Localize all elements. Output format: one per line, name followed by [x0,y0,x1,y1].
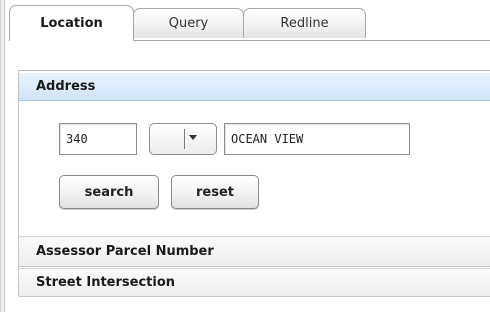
location-panel: Address 340 OCEAN VIEW search reset Asse… [18,70,490,297]
tab-location[interactable]: Location [9,5,134,41]
reset-button[interactable]: reset [171,175,259,209]
chevron-down-icon [189,135,197,140]
house-number-value: 340 [66,132,88,146]
address-header-label: Address [36,79,96,94]
street-name-value: OCEAN VIEW [231,132,304,146]
search-button-label: search [84,184,134,200]
left-frame-border [0,0,5,312]
tab-redline-label: Redline [280,16,329,31]
tab-query[interactable]: Query [133,8,244,38]
tab-location-label: Location [40,16,103,31]
search-button[interactable]: search [59,175,159,209]
intersection-header-label: Street Intersection [36,275,176,290]
apn-header-label: Assessor Parcel Number [36,244,214,259]
tab-redline[interactable]: Redline [243,8,366,38]
tab-bar: Location Query Redline [9,5,490,41]
street-direction-select[interactable] [149,123,217,155]
street-intersection-section-header[interactable]: Street Intersection [19,268,490,297]
street-name-input[interactable]: OCEAN VIEW [224,123,410,155]
assessor-parcel-number-section-header[interactable]: Assessor Parcel Number [19,236,490,267]
reset-button-label: reset [196,184,234,200]
address-section-header[interactable]: Address [19,73,490,101]
dropdown-separator [184,129,185,149]
tab-query-label: Query [168,16,209,31]
house-number-input[interactable]: 340 [59,123,137,155]
